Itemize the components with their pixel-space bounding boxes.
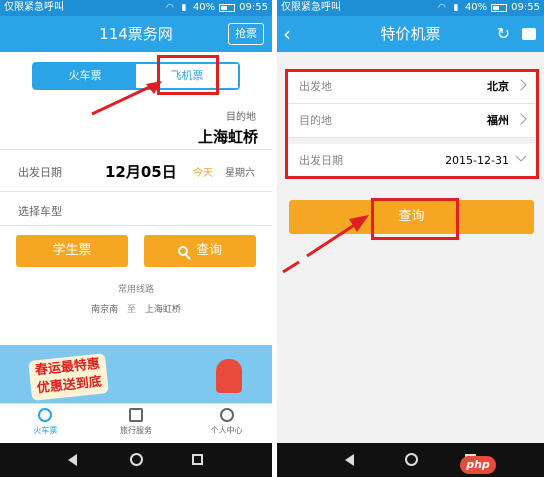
common-routes-label: 常用线路 bbox=[117, 285, 154, 295]
page-header: ‹ 特价机票 ↻ bbox=[277, 16, 544, 52]
user-icon bbox=[219, 408, 234, 422]
signal-icon: ▮ bbox=[181, 3, 187, 13]
button-highlight-box bbox=[371, 198, 459, 240]
nav-profile[interactable]: 个人中心 bbox=[181, 404, 272, 443]
back-icon[interactable] bbox=[345, 454, 354, 466]
today-label: 今天 bbox=[193, 168, 213, 179]
route-from: 南京南 bbox=[91, 305, 119, 315]
status-bar: 仅限紧急呼叫 ◠ ▮ 40% 09:55 bbox=[0, 0, 272, 16]
grab-ticket-button[interactable]: 抢票 bbox=[228, 23, 264, 45]
route-to-word: 至 bbox=[126, 305, 136, 315]
back-arrow-icon[interactable]: ‹ bbox=[283, 16, 291, 52]
depart-date-value: 12月05日 bbox=[105, 163, 177, 181]
destination-caption: 目的地 bbox=[226, 112, 256, 123]
nav-travel-label: 旅行服务 bbox=[120, 426, 152, 435]
system-nav-bar bbox=[0, 443, 272, 477]
search-button-label: 查询 bbox=[196, 243, 223, 258]
depart-date-label: 出发日期 bbox=[18, 166, 62, 179]
train-ticket-screen: 仅限紧急呼叫 ◠ ▮ 40% 09:55 114票务网 抢票 火车票 飞机票 目… bbox=[0, 0, 272, 477]
battery-percent: 40% bbox=[192, 2, 216, 13]
flight-ticket-screen: 仅限紧急呼叫 ◠ ▮ 40% 09:55 ‹ 特价机票 ↻ 出发地 北京 目的地… bbox=[277, 0, 544, 477]
train-type-row[interactable]: 选择车型 bbox=[0, 192, 272, 226]
search-button[interactable]: 查询 bbox=[144, 235, 256, 267]
student-ticket-button[interactable]: 学生票 bbox=[16, 235, 128, 267]
clock: 09:55 bbox=[511, 2, 540, 13]
status-bar: 仅限紧急呼叫 ◠ ▮ 40% 09:55 bbox=[277, 0, 544, 16]
destination-row[interactable]: 目的地 上海虹桥 bbox=[0, 100, 272, 150]
battery-icon bbox=[219, 4, 236, 12]
nav-travel-service[interactable]: 旅行服务 bbox=[91, 404, 182, 443]
suitcase-icon bbox=[129, 408, 143, 422]
depart-date-row[interactable]: 出发日期 12月05日 今天 星期六 bbox=[0, 150, 272, 192]
mascot-illustration bbox=[216, 359, 242, 393]
search-icon bbox=[38, 408, 53, 422]
battery-icon bbox=[491, 4, 508, 12]
battery-percent: 40% bbox=[464, 2, 488, 13]
page-title: 特价机票 bbox=[380, 25, 441, 43]
recent-apps-icon[interactable] bbox=[192, 454, 203, 465]
home-icon[interactable] bbox=[405, 453, 418, 466]
back-icon[interactable] bbox=[68, 454, 77, 466]
refresh-icon[interactable]: ↻ bbox=[497, 16, 510, 52]
app-title: 114票务网 bbox=[99, 25, 173, 43]
app-header: 114票务网 抢票 bbox=[0, 16, 272, 52]
carrier-text: 仅限紧急呼叫 bbox=[4, 2, 64, 13]
weekday-label: 星期六 bbox=[225, 168, 255, 179]
signal-icon: ▮ bbox=[453, 3, 459, 13]
briefcase-icon[interactable] bbox=[522, 28, 536, 40]
promo-banner[interactable]: 春运最特惠 优惠送到底 bbox=[0, 345, 272, 403]
bottom-nav: 火车票 旅行服务 个人中心 bbox=[0, 403, 272, 443]
wifi-icon: ◠ bbox=[166, 3, 174, 13]
home-icon[interactable] bbox=[130, 453, 143, 466]
search-icon bbox=[177, 245, 188, 256]
pointer-arrow bbox=[282, 215, 369, 274]
clock: 09:55 bbox=[239, 2, 268, 13]
form-highlight-box bbox=[285, 69, 539, 179]
route-to: 上海虹桥 bbox=[144, 305, 181, 315]
nav-train-ticket[interactable]: 火车票 bbox=[0, 404, 91, 443]
carrier-text: 仅限紧急呼叫 bbox=[281, 2, 341, 13]
common-route-item[interactable]: 南京南 至 上海虹桥 bbox=[0, 302, 272, 315]
php-watermark-logo: php bbox=[460, 456, 496, 474]
banner-text: 春运最特惠 优惠送到底 bbox=[28, 353, 109, 401]
nav-profile-label: 个人中心 bbox=[210, 426, 243, 435]
system-nav-bar bbox=[277, 443, 544, 477]
wifi-icon: ◠ bbox=[438, 3, 446, 13]
nav-train-label: 火车票 bbox=[33, 426, 58, 435]
train-type-label: 选择车型 bbox=[18, 205, 62, 218]
destination-value: 上海虹桥 bbox=[197, 128, 258, 146]
